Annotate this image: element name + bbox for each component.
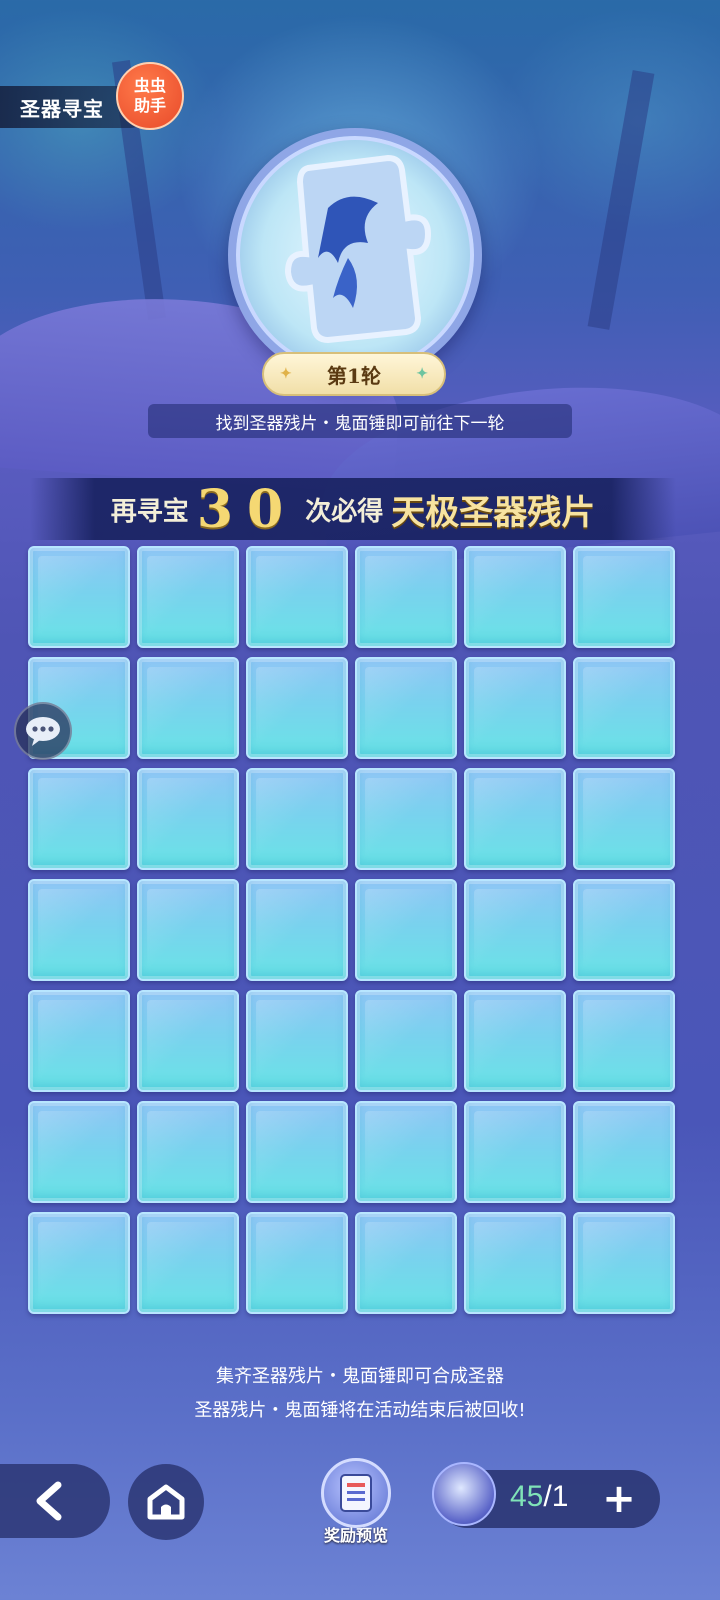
guarantee-count: 30 <box>196 478 298 540</box>
treasure-tile[interactable] <box>464 990 566 1092</box>
treasure-tile[interactable] <box>137 1101 239 1203</box>
round-hint: 找到圣器残片・鬼面锤即可前往下一轮 <box>148 404 572 438</box>
treasure-tile[interactable] <box>246 1212 348 1314</box>
treasure-tile[interactable] <box>137 879 239 981</box>
guarantee-reward: 天极圣器残片 <box>391 492 596 533</box>
treasure-tile[interactable] <box>464 1212 566 1314</box>
currency-separator: / <box>543 1480 552 1513</box>
treasure-tile[interactable] <box>28 879 130 981</box>
home-button[interactable] <box>128 1464 204 1540</box>
treasure-tile[interactable] <box>464 657 566 759</box>
treasure-tile[interactable] <box>355 1212 457 1314</box>
guarantee-middle: 次必得 <box>305 496 384 527</box>
helper-badge-line2: 助手 <box>133 96 166 115</box>
currency-cost: 1 <box>551 1480 569 1513</box>
treasure-tile[interactable] <box>573 657 675 759</box>
guarantee-banner: 再寻宝 30 次必得 天极圣器残片 <box>30 478 676 540</box>
treasure-tile[interactable] <box>137 990 239 1092</box>
treasure-tile[interactable] <box>464 546 566 648</box>
treasure-tile[interactable] <box>573 1212 675 1314</box>
treasure-tile[interactable] <box>137 768 239 870</box>
treasure-tile[interactable] <box>464 1101 566 1203</box>
treasure-tile[interactable] <box>355 990 457 1092</box>
helper-badge-line1: 虫虫 <box>133 76 166 95</box>
sparkle-icon: ✦ <box>416 366 428 382</box>
chevron-left-icon <box>36 1481 62 1521</box>
treasure-tile[interactable] <box>355 879 457 981</box>
currency-owned: 45 <box>510 1480 544 1513</box>
treasure-tile[interactable] <box>246 768 348 870</box>
treasure-tile[interactable] <box>28 768 130 870</box>
treasure-tile[interactable] <box>137 1212 239 1314</box>
home-icon <box>147 1484 185 1520</box>
treasure-key-icon <box>432 1462 496 1526</box>
treasure-tile[interactable] <box>355 1101 457 1203</box>
chat-button[interactable] <box>14 702 72 760</box>
treasure-tile[interactable] <box>355 657 457 759</box>
add-currency-button[interactable]: + <box>598 1478 640 1520</box>
sparkle-icon: ✦ <box>280 366 292 382</box>
guarantee-prefix: 再寻宝 <box>110 496 189 527</box>
helper-badge[interactable]: 虫虫 助手 <box>116 62 184 130</box>
treasure-tile[interactable] <box>246 546 348 648</box>
currency-counter-text: 45/1 <box>510 1480 568 1514</box>
treasure-tile[interactable] <box>573 879 675 981</box>
treasure-tile[interactable] <box>573 768 675 870</box>
treasure-tile[interactable] <box>573 546 675 648</box>
treasure-tile[interactable] <box>573 990 675 1092</box>
treasure-tile[interactable] <box>355 768 457 870</box>
treasure-tile[interactable] <box>573 1101 675 1203</box>
note-line-1: 集齐圣器残片・鬼面锤即可合成圣器 <box>216 1366 504 1387</box>
reward-preview-button[interactable]: 奖励预览 <box>310 1458 402 1548</box>
treasure-tile[interactable] <box>246 1101 348 1203</box>
back-button[interactable] <box>0 1464 110 1538</box>
note-line-2: 圣器残片・鬼面锤将在活动结束后被回收! <box>194 1400 526 1421</box>
reward-preview-label: 奖励预览 <box>323 1526 388 1545</box>
treasure-tile[interactable] <box>246 990 348 1092</box>
treasure-grid <box>28 546 680 1314</box>
treasure-tile[interactable] <box>355 546 457 648</box>
treasure-tile[interactable] <box>464 879 566 981</box>
treasure-tile[interactable] <box>28 1212 130 1314</box>
treasure-tile[interactable] <box>137 546 239 648</box>
treasure-tile[interactable] <box>28 546 130 648</box>
round-banner: ✦ 第1轮 ✦ <box>262 352 446 396</box>
treasure-tile[interactable] <box>28 990 130 1092</box>
artifact-fragment-icon <box>284 154 432 344</box>
footer-notes: 集齐圣器残片・鬼面锤即可合成圣器 圣器残片・鬼面锤将在活动结束后被回收! <box>0 1360 720 1428</box>
chat-bubble-icon <box>26 717 60 746</box>
treasure-tile[interactable] <box>246 879 348 981</box>
reward-list-icon <box>321 1458 391 1528</box>
round-label: 第1轮 <box>327 363 381 388</box>
treasure-tile[interactable] <box>137 657 239 759</box>
treasure-tile[interactable] <box>28 1101 130 1203</box>
treasure-tile[interactable] <box>246 657 348 759</box>
treasure-tile[interactable] <box>464 768 566 870</box>
